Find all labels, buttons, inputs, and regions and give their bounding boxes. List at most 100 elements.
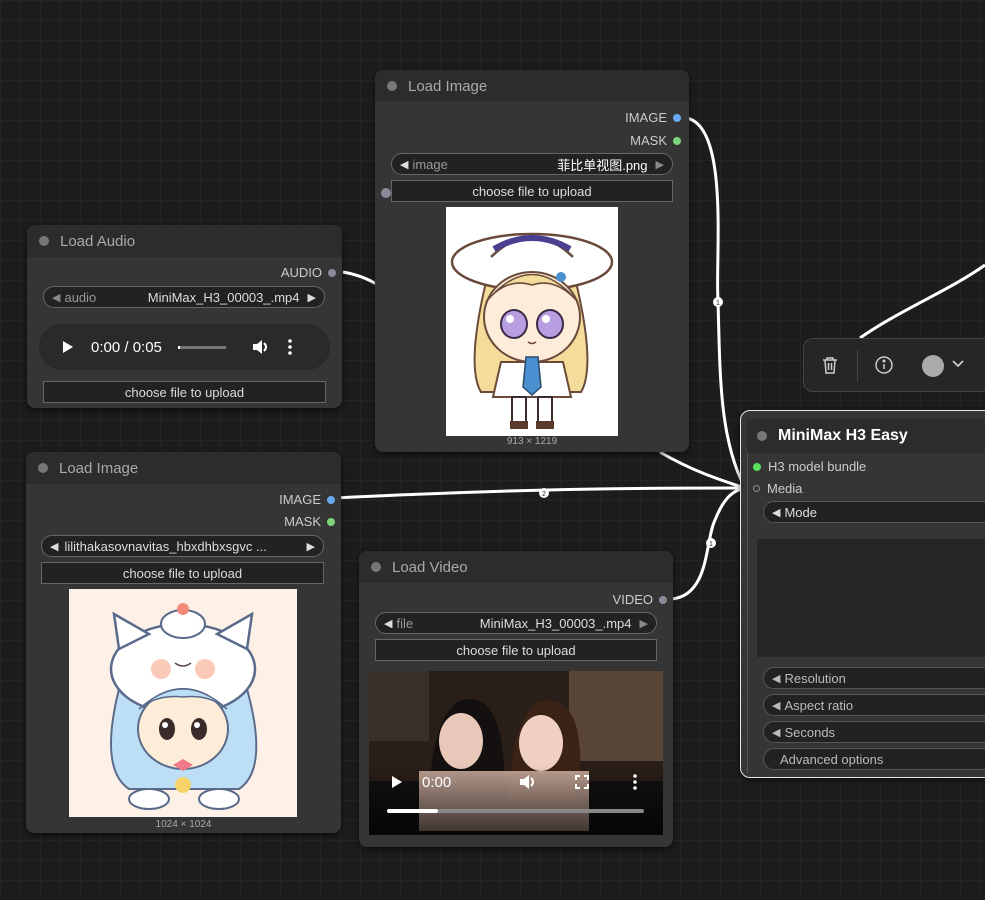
seconds-combo[interactable]: ◀ Seconds — [763, 721, 985, 743]
fullscreen-icon[interactable] — [575, 775, 589, 789]
link-label: 2 — [539, 488, 549, 498]
upload-input-pin-icon[interactable] — [381, 188, 391, 198]
trash-icon[interactable] — [822, 356, 838, 374]
audio-combo[interactable]: ◀ audio MiniMax_H3_00003_.mp4 ▶ — [43, 286, 325, 308]
link-label: 1 — [706, 538, 716, 548]
load-audio-node[interactable]: Load Audio AUDIO ◀ audio MiniMax_H3_0000… — [27, 225, 342, 408]
combo-right-arrow-icon[interactable]: ▶ — [640, 617, 648, 630]
node-title-bar[interactable]: Load Image — [375, 70, 689, 102]
minimax-h3-easy-node[interactable]: MiniMax H3 Easy H3 model bundle Media ◀ … — [740, 410, 985, 778]
more-icon[interactable] — [288, 339, 292, 355]
audio-progress-bar[interactable] — [177, 345, 226, 349]
image-pin-icon[interactable] — [673, 113, 681, 122]
node-title: Load Image — [408, 77, 488, 95]
combo-label: audio — [64, 289, 97, 305]
load-video-node[interactable]: Load Video VIDEO ◀ file MiniMax_H3_00003… — [359, 551, 673, 847]
svg-text:1: 1 — [716, 300, 720, 307]
combo-left-arrow-icon[interactable]: ◀ — [52, 291, 60, 304]
combo-value: MiniMax_H3_00003_.mp4 — [479, 615, 632, 631]
combo-right-arrow-icon[interactable]: ▶ — [307, 540, 315, 553]
combo-value: MiniMax_H3_00003_.mp4 — [147, 289, 300, 305]
image-dimensions: 1024 × 1024 — [155, 819, 212, 830]
node-title-bar[interactable]: Load Audio — [27, 225, 342, 257]
load-image-node-left[interactable]: Load Image IMAGE MASK ◀ lilithakasovnavi… — [26, 452, 341, 833]
combo-left-arrow-icon[interactable]: ◀ — [772, 726, 780, 739]
volume-icon[interactable] — [252, 339, 270, 355]
resolution-combo[interactable]: ◀ Resolution — [763, 667, 985, 689]
play-icon[interactable] — [61, 340, 75, 354]
upload-button[interactable]: choose file to upload — [375, 639, 657, 661]
node-title-bar[interactable]: Load Image — [26, 452, 341, 484]
link-label: 1 — [713, 297, 723, 307]
output-slot-video[interactable]: VIDEO — [613, 592, 667, 607]
output-slot-mask[interactable]: MASK — [630, 133, 681, 148]
volume-icon[interactable] — [519, 774, 537, 790]
mask-pin-icon[interactable] — [673, 136, 681, 145]
more-icon[interactable] — [633, 774, 637, 790]
model-pin-icon[interactable] — [753, 462, 761, 471]
image-preview — [69, 589, 297, 817]
input-slot-media[interactable]: Media — [753, 481, 802, 496]
chevron-down-icon[interactable] — [952, 360, 964, 368]
slot-label: IMAGE — [625, 110, 667, 125]
audio-player[interactable]: 0:00 / 0:05 — [39, 324, 330, 370]
output-slot-mask[interactable]: MASK — [284, 514, 335, 529]
upload-button[interactable]: choose file to upload — [391, 180, 673, 202]
preview-area — [757, 539, 985, 657]
node-title: MiniMax H3 Easy — [778, 427, 908, 444]
svg-text:2: 2 — [542, 491, 546, 498]
node-title: Load Image — [59, 459, 139, 477]
node-title-bar[interactable]: MiniMax H3 Easy — [747, 419, 985, 453]
combo-left-arrow-icon[interactable]: ◀ — [384, 617, 392, 630]
output-slot-audio[interactable]: AUDIO — [281, 265, 336, 280]
media-pin-icon[interactable] — [753, 485, 760, 492]
collapse-dot-icon[interactable] — [757, 431, 767, 441]
output-slot-image[interactable]: IMAGE — [279, 492, 335, 507]
upload-button[interactable]: choose file to upload — [43, 381, 326, 403]
combo-left-arrow-icon[interactable]: ◀ — [772, 699, 780, 712]
slot-label: MASK — [630, 133, 667, 148]
video-combo[interactable]: ◀ file MiniMax_H3_00003_.mp4 ▶ — [375, 612, 657, 634]
image-dimensions: 913 × 1219 — [506, 436, 558, 447]
combo-label: Seconds — [784, 724, 836, 740]
chibi-girl-image — [450, 232, 614, 429]
audio-pin-icon[interactable] — [328, 268, 336, 277]
image-combo[interactable]: ◀ image 菲比单视图.png ▶ — [391, 153, 673, 175]
collapse-dot-icon[interactable] — [387, 81, 397, 91]
video-progress-bar[interactable] — [387, 809, 644, 813]
node-title-bar[interactable]: Load Video — [359, 551, 673, 583]
combo-left-arrow-icon[interactable]: ◀ — [400, 158, 408, 171]
combo-left-arrow-icon[interactable]: ◀ — [772, 506, 780, 519]
combo-left-arrow-icon[interactable]: ◀ — [772, 672, 780, 685]
video-pin-icon[interactable] — [659, 595, 667, 604]
play-icon[interactable] — [391, 775, 403, 789]
mode-combo[interactable]: ◀ Mode — [763, 501, 985, 523]
output-slot-image[interactable]: IMAGE — [625, 110, 681, 125]
combo-value: 菲比单视图.png — [557, 157, 648, 173]
input-slot-model-bundle[interactable]: H3 model bundle — [753, 459, 866, 474]
collapse-dot-icon[interactable] — [38, 463, 48, 473]
image-pin-icon[interactable] — [327, 495, 335, 504]
slot-label: IMAGE — [279, 492, 321, 507]
combo-left-arrow-icon[interactable]: ◀ — [50, 540, 58, 553]
combo-right-arrow-icon[interactable]: ▶ — [308, 291, 316, 304]
combo-value: lilithakasovnavitas_hbxdhbxsgvc ... — [64, 538, 267, 554]
info-icon[interactable] — [875, 356, 893, 374]
image-combo[interactable]: ◀ lilithakasovnavitas_hbxdhbxsgvc ... ▶ — [41, 535, 324, 557]
color-dot-icon[interactable] — [922, 355, 944, 377]
combo-right-arrow-icon[interactable]: ▶ — [656, 158, 664, 171]
collapse-dot-icon[interactable] — [371, 562, 381, 572]
load-image-node-top[interactable]: Load Image IMAGE MASK ◀ image 菲比单视图.png … — [375, 70, 689, 452]
mask-pin-icon[interactable] — [327, 517, 335, 526]
advanced-options-button[interactable]: Advanced options — [763, 748, 985, 770]
slot-label: AUDIO — [280, 265, 322, 280]
node-title: Load Audio — [60, 232, 136, 250]
svg-text:1: 1 — [709, 541, 713, 548]
aspect-ratio-combo[interactable]: ◀ Aspect ratio — [763, 694, 985, 716]
combo-label: file — [396, 615, 414, 631]
video-player[interactable]: 0:00 — [369, 671, 663, 835]
upload-button[interactable]: choose file to upload — [41, 562, 324, 584]
audio-time: 0:00 / 0:05 — [91, 338, 162, 356]
collapse-dot-icon[interactable] — [39, 236, 49, 246]
slot-label: H3 model bundle — [768, 459, 867, 474]
